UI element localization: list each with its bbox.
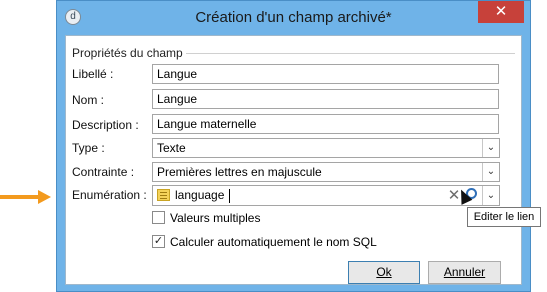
contrainte-select-value: Premières lettres en majuscule	[157, 165, 322, 179]
annotation-arrow-shaft	[0, 195, 40, 199]
chevron-down-icon[interactable]: ⌄	[482, 139, 499, 157]
nom-label: Nom :	[72, 93, 105, 107]
window-title: Création d'un champ archivé*	[195, 9, 392, 26]
ok-button-label: Ok	[376, 265, 392, 279]
ok-button[interactable]: Ok	[348, 261, 420, 284]
contrainte-label: Contrainte :	[72, 165, 135, 179]
type-label: Type :	[72, 141, 105, 155]
chevron-down-icon[interactable]: ⌄	[482, 163, 499, 181]
type-select-value: Texte	[157, 141, 186, 155]
annotation-arrow-head	[38, 190, 51, 204]
type-select[interactable]: Texte ⌄	[152, 138, 500, 158]
edit-link-tooltip: Editer le lien	[467, 207, 541, 227]
text-caret	[229, 189, 230, 203]
libelle-field[interactable]: Langue	[152, 64, 499, 84]
contrainte-select[interactable]: Premières lettres en majuscule ⌄	[152, 162, 500, 182]
enumeration-value[interactable]: language	[175, 187, 224, 204]
calcul-sql-checkbox[interactable]: ✓	[152, 235, 165, 248]
valeurs-multiples-checkbox[interactable]	[152, 211, 165, 224]
cancel-button-label: Annuler	[443, 265, 486, 279]
description-field[interactable]: Langue maternelle	[152, 114, 499, 134]
libelle-label: Libellé :	[72, 67, 114, 81]
cancel-button[interactable]: Annuler	[428, 261, 501, 284]
group-divider	[173, 53, 515, 54]
group-title: Propriétés du champ	[72, 46, 186, 60]
annotation-arrow	[0, 190, 51, 204]
dialog-body: Propriétés du champ Libellé : Langue Nom…	[65, 35, 522, 285]
nom-field[interactable]: Langue	[152, 89, 499, 109]
calcul-sql-label[interactable]: Calculer automatiquement le nom SQL	[170, 235, 377, 249]
chevron-down-icon[interactable]: ⌄	[482, 186, 499, 205]
enumeration-list-icon	[157, 189, 170, 201]
enumeration-label: Enumération :	[72, 188, 147, 202]
title-bar[interactable]: d Création d'un champ archivé* ✕	[57, 1, 530, 35]
valeurs-multiples-label[interactable]: Valeurs multiples	[170, 211, 260, 225]
enumeration-link-field[interactable]: language ✕ ⌄	[152, 185, 500, 206]
close-button[interactable]: ✕	[478, 1, 524, 23]
dialog-window: d Création d'un champ archivé* ✕ Proprié…	[56, 0, 531, 292]
description-label: Description :	[72, 118, 139, 132]
